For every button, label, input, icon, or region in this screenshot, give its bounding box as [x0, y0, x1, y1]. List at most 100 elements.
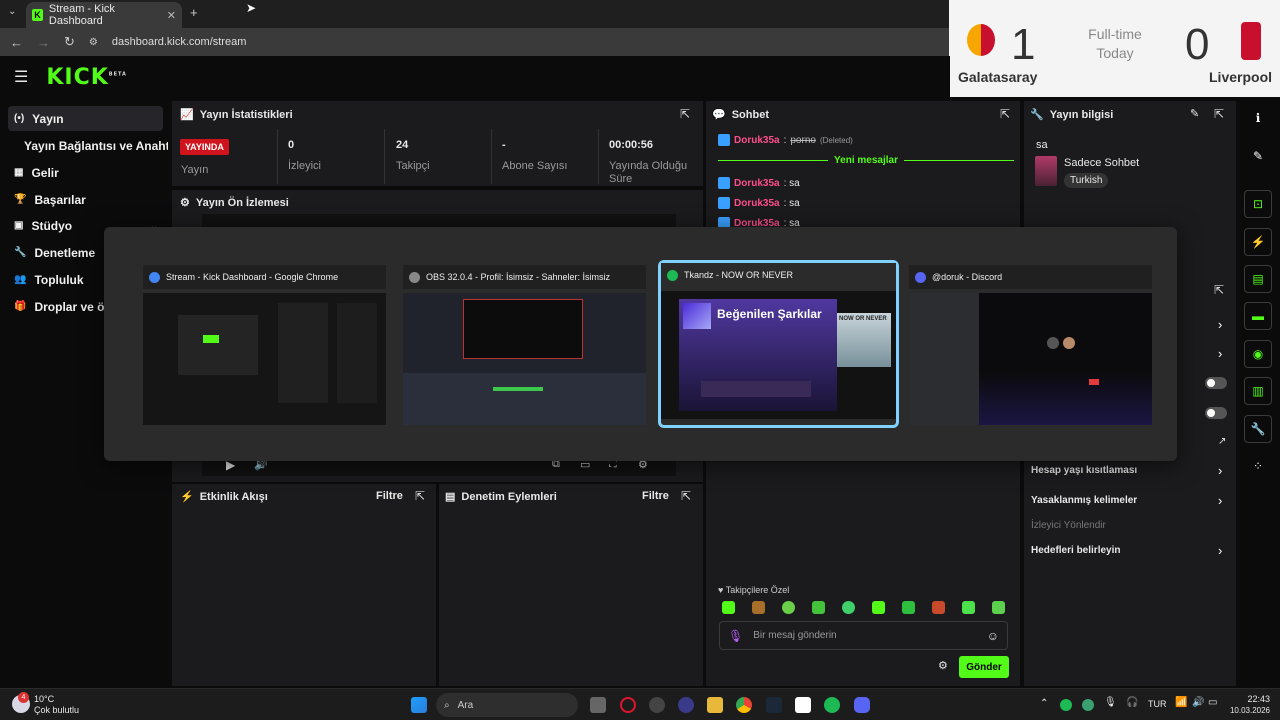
wrench-icon: 🔧	[14, 247, 27, 258]
lightning-icon[interactable]: ⚡	[1244, 228, 1272, 256]
emote-icon[interactable]	[812, 601, 825, 614]
edit-icon[interactable]: ✎	[1190, 107, 1199, 120]
pencil-icon[interactable]: ✎	[1244, 142, 1272, 170]
emote-icon[interactable]	[902, 601, 915, 614]
sidebar-item-stream-key[interactable]: Yayın Bağlantısı ve Anahtarı	[18, 133, 168, 158]
tray-headset-icon[interactable]: 🎧	[1126, 697, 1138, 708]
tab-title: Stream - Kick Dashboard	[48, 3, 115, 27]
task-view-icon[interactable]	[590, 697, 606, 713]
tab-close-icon[interactable]: ✕	[167, 9, 176, 22]
emote-icon[interactable]	[872, 601, 885, 614]
external-link-icon[interactable]: ↗	[1218, 436, 1226, 447]
capcut-icon[interactable]	[795, 697, 811, 713]
browser-tab[interactable]: K Stream - Kick Dashboard ✕	[26, 2, 182, 28]
switcher-window-chrome[interactable]: Stream - Kick Dashboard - Google Chrome	[143, 265, 386, 429]
chevron-right-icon[interactable]: ›	[1218, 463, 1222, 478]
uptime-value: 00:00:56	[609, 139, 654, 151]
sidebar-item-yayin[interactable]: (•) Yayın	[8, 106, 163, 131]
chat-settings-icon[interactable]: ⚙	[938, 659, 948, 672]
tray-chevron-icon[interactable]: ⌃	[1040, 698, 1048, 709]
sidebar-item-basarilar[interactable]: 🏆 Başarılar	[8, 187, 163, 212]
spotify-heading: Beğenilen Şarkılar	[717, 307, 822, 321]
activity-popout-icon[interactable]: ⇱	[415, 489, 425, 503]
mouse-cursor-icon: ➤	[246, 1, 257, 15]
back-icon[interactable]: ←	[10, 35, 23, 50]
wifi-icon[interactable]: 📶	[1175, 697, 1187, 708]
site-info-icon[interactable]: ⚙	[89, 37, 98, 48]
chat-message: Doruk35a: sa	[718, 177, 800, 189]
info-popout-icon[interactable]: ⇱	[1214, 107, 1224, 121]
emote-icon[interactable]	[722, 601, 735, 614]
broadcast-icon[interactable]: ◉	[1244, 340, 1272, 368]
send-button[interactable]: Gönder	[959, 656, 1009, 678]
app-icon[interactable]	[678, 697, 694, 713]
sidebar-item-droplar[interactable]: 🎁 Droplar ve ödü	[8, 294, 108, 319]
tab-search-icon[interactable]: ⌄	[8, 6, 16, 17]
activity-filter-button[interactable]: Filtre	[376, 490, 403, 502]
clock-date[interactable]: 10.03.2026	[1222, 706, 1270, 715]
chat-input[interactable]: 🎙 Bir mesaj gönderin ☺	[719, 621, 1008, 650]
layout-icon[interactable]: ▥	[1244, 377, 1272, 405]
wrench-icon[interactable]: 🔧	[1244, 415, 1272, 443]
chevron-right-icon[interactable]: ›	[1218, 346, 1222, 361]
start-icon[interactable]	[411, 697, 427, 713]
sidebar-item-gelir[interactable]: ▦ Gelir	[8, 160, 163, 185]
emote-icon[interactable]	[752, 601, 765, 614]
chrome-icon[interactable]	[736, 697, 752, 713]
spotify-icon[interactable]	[824, 697, 840, 713]
chat-bubble-icon[interactable]: ▬	[1244, 302, 1272, 330]
mic-icon[interactable]: 🎙	[728, 629, 743, 643]
switcher-window-discord[interactable]: @doruk - Discord	[909, 265, 1152, 429]
live-badge: YAYINDA	[180, 139, 229, 155]
emote-icon[interactable]	[962, 601, 975, 614]
toggle-switch[interactable]	[1205, 407, 1227, 419]
taskbar-search[interactable]: ⌕ Ara	[436, 693, 578, 717]
url-field[interactable]: dashboard.kick.com/stream	[112, 36, 247, 48]
tray-spotify-icon[interactable]	[1060, 699, 1072, 711]
info-circle-icon[interactable]: ℹ	[1244, 104, 1272, 132]
opera-icon[interactable]	[620, 697, 636, 713]
toggle-switch[interactable]	[1205, 377, 1227, 389]
emote-icon[interactable]	[842, 601, 855, 614]
app-icon[interactable]	[649, 697, 665, 713]
mod-filter-button[interactable]: Filtre	[642, 490, 669, 502]
emote-icon[interactable]	[932, 601, 945, 614]
mod-title: ▤ Denetim Eylemleri	[445, 490, 557, 504]
chevron-right-icon[interactable]: ›	[1218, 543, 1222, 558]
studio-icon: ▣	[14, 220, 24, 231]
clock-time[interactable]: 22:43	[1238, 694, 1270, 704]
tray-mic-icon[interactable]: 🎙	[1104, 697, 1117, 708]
kick-favicon-icon: K	[32, 9, 43, 21]
tray-app-icon[interactable]	[1082, 699, 1094, 711]
emote-icon[interactable]	[782, 601, 795, 614]
switcher-window-obs[interactable]: OBS 32.0.4 - Profil: İsimsiz - Sahneler:…	[403, 265, 646, 429]
input-language[interactable]: TUR	[1148, 699, 1167, 709]
chat-popout-icon[interactable]: ⇱	[1000, 107, 1010, 121]
document-icon[interactable]: ▤	[1244, 265, 1272, 293]
chevron-right-icon[interactable]: ›	[1218, 317, 1222, 332]
steam-icon[interactable]	[766, 697, 782, 713]
reload-icon[interactable]: ↻	[64, 34, 75, 50]
settings-row-goals[interactable]: Hedefleri belirleyin	[1031, 545, 1120, 556]
discord-icon[interactable]	[854, 697, 870, 713]
popout-icon[interactable]: ⇱	[680, 107, 690, 121]
speaker-icon[interactable]: 🔊	[1192, 697, 1204, 708]
menu-icon[interactable]: ☰	[14, 67, 28, 87]
uptime-label-2: Süre	[609, 173, 633, 185]
settings-row-banned-words[interactable]: Yasaklanmış kelimeler	[1031, 495, 1137, 506]
more-icon[interactable]: ⁘	[1244, 452, 1272, 480]
subs-value: -	[502, 139, 506, 151]
file-explorer-icon[interactable]	[707, 697, 723, 713]
emote-icon[interactable]	[992, 601, 1005, 614]
settings-popout-icon[interactable]: ⇱	[1214, 283, 1224, 297]
switcher-window-spotify[interactable]: Tkandz - NOW OR NEVER Beğenilen Şarkılar…	[658, 260, 899, 428]
forward-icon[interactable]: →	[37, 35, 50, 50]
kick-logo[interactable]: KICKBETA	[46, 65, 127, 90]
settings-row-age[interactable]: Hesap yaşı kısıtlaması	[1031, 465, 1137, 476]
battery-icon[interactable]: ▭	[1208, 697, 1217, 708]
new-tab-button[interactable]: +	[190, 5, 198, 20]
mod-popout-icon[interactable]: ⇱	[681, 489, 691, 503]
emoji-icon[interactable]: ☺	[987, 629, 999, 643]
chevron-right-icon[interactable]: ›	[1218, 493, 1222, 508]
clip-icon[interactable]: ⊡	[1244, 190, 1272, 218]
